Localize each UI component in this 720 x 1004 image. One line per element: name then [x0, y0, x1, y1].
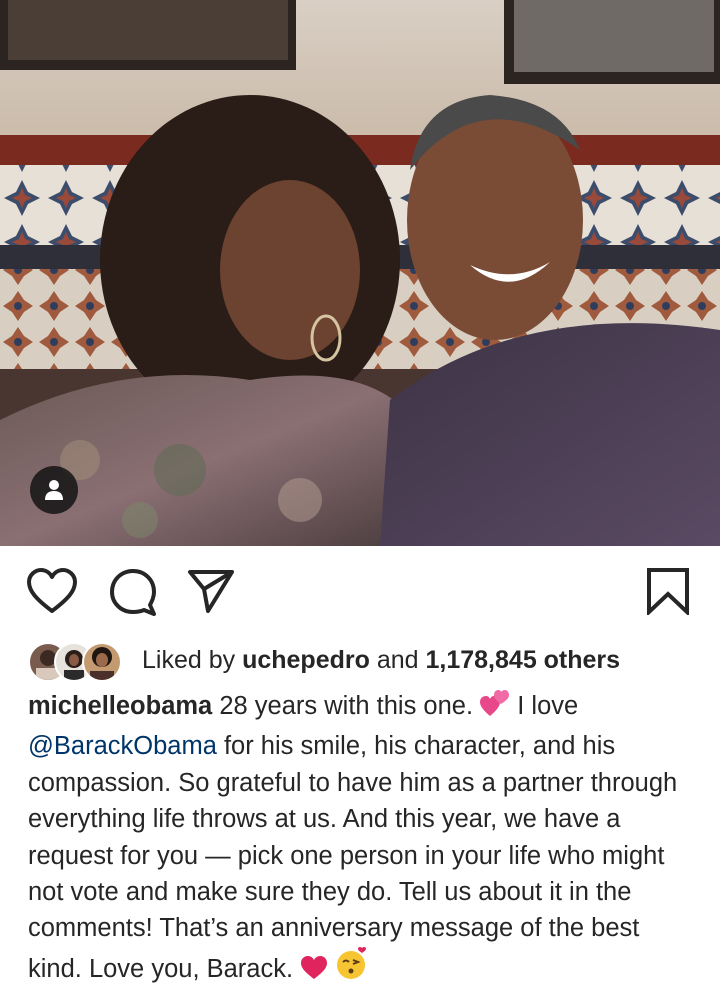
post-caption: michelleobama 28 years with this one. I … — [28, 688, 698, 991]
user-tag-icon — [45, 480, 63, 500]
heart-icon — [27, 568, 77, 613]
liked-by-label: Liked by — [142, 645, 236, 674]
caption-text: I love — [517, 692, 579, 720]
send-icon — [188, 570, 234, 613]
save-button[interactable] — [646, 567, 690, 620]
caption-text: for his smile, his character, and his co… — [28, 732, 678, 983]
likes-summary: Liked by uchepedro and 1,178,845 others — [142, 646, 620, 675]
likes-row[interactable]: Liked by uchepedro and 1,178,845 others — [28, 638, 620, 682]
red-heart-emoji — [300, 955, 328, 991]
caption-mention[interactable]: @BarackObama — [28, 732, 217, 760]
likes-and: and — [376, 645, 419, 674]
caption-text: 28 years with this one. — [219, 692, 474, 720]
comment-icon — [110, 569, 156, 616]
liker-username[interactable]: uchepedro — [242, 646, 370, 674]
bookmark-icon — [647, 568, 689, 617]
like-button[interactable] — [26, 567, 78, 620]
avatar — [82, 642, 122, 682]
two-hearts-emoji — [480, 690, 510, 728]
kissing-face-emoji — [335, 946, 369, 991]
likes-count[interactable]: 1,178,845 others — [426, 646, 621, 674]
share-button[interactable] — [186, 567, 236, 620]
user-tag-button[interactable] — [30, 466, 78, 514]
post-image — [0, 0, 720, 546]
caption-username[interactable]: michelleobama — [28, 692, 212, 720]
post-photo[interactable] — [0, 0, 720, 546]
liker-avatars[interactable] — [28, 640, 128, 682]
comment-button[interactable] — [108, 567, 158, 622]
